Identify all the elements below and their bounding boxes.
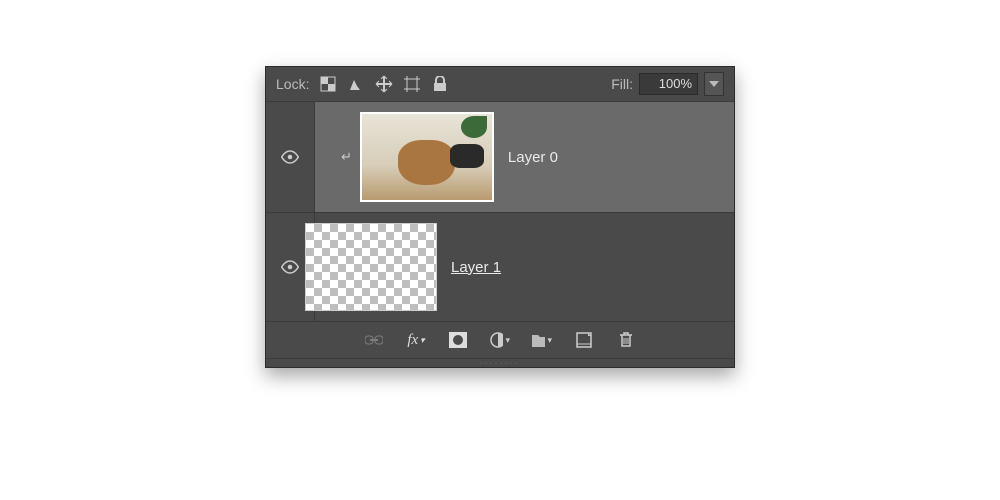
new-group-icon[interactable]: ▾ (532, 330, 552, 350)
lock-bar: Lock: Fill: 100% (266, 67, 734, 102)
lock-transparent-pixels-icon[interactable] (319, 75, 337, 93)
lock-artboard-icon[interactable] (403, 75, 421, 93)
adjustment-layer-icon[interactable]: ▾ (490, 330, 510, 350)
layers-panel-footer: fx▾ ▾ ▾ (266, 322, 734, 358)
layer-name-1[interactable]: Layer 1 (451, 259, 501, 276)
eye-icon (281, 148, 299, 166)
layer-visibility-0[interactable] (266, 102, 315, 212)
fill-label: Fill: (611, 76, 633, 92)
eye-icon (281, 258, 299, 276)
layer-name-0[interactable]: Layer 0 (508, 149, 558, 166)
fill-value[interactable]: 100% (639, 73, 698, 95)
layer-thumbnail-1[interactable] (305, 223, 437, 311)
layer-thumbnail-0[interactable] (360, 112, 494, 202)
lock-all-icon[interactable] (431, 75, 449, 93)
lock-image-pixels-icon[interactable] (347, 75, 365, 93)
layer-row-1[interactable]: Layer 1 (266, 213, 734, 322)
lock-label: Lock: (276, 76, 309, 92)
layer-row-0[interactable]: ↵ Layer 0 (266, 102, 734, 213)
panel-resize-handle[interactable] (266, 358, 734, 367)
add-mask-icon[interactable] (448, 330, 468, 350)
fill-dropdown[interactable] (704, 72, 724, 96)
fill-control: Fill: 100% (611, 72, 724, 96)
new-layer-icon[interactable] (574, 330, 594, 350)
lock-position-icon[interactable] (375, 75, 393, 93)
link-layers-icon[interactable] (364, 330, 384, 350)
clipping-indicator-icon: ↵ (341, 149, 352, 165)
layers-panel: Lock: Fill: 100% ↵ (265, 66, 735, 368)
delete-layer-icon[interactable] (616, 330, 636, 350)
layer-fx-icon[interactable]: fx▾ (406, 330, 426, 350)
chevron-down-icon (709, 81, 719, 87)
